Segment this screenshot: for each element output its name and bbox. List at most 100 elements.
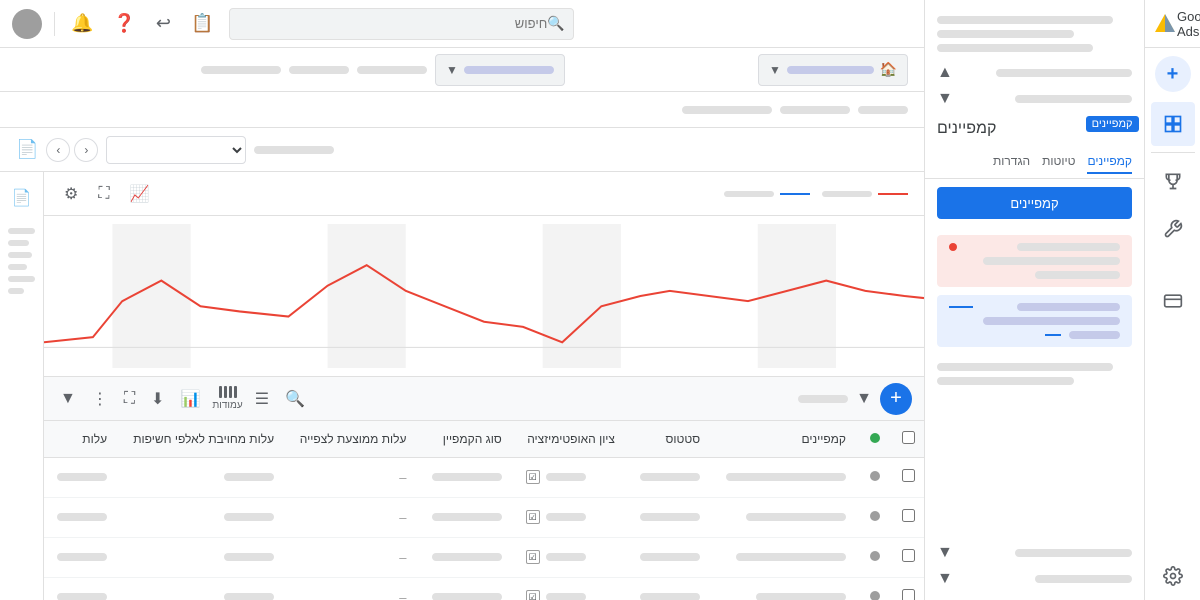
th-avg-cost[interactable]: עלות ממוצעת לצפייה — [286, 421, 418, 457]
google-ads-sidebar: Google Ads ☰ + — [1144, 0, 1200, 600]
legend-line-blue — [780, 193, 810, 195]
td-campaign-2 — [712, 497, 858, 537]
panel-toggle-bottom2[interactable]: ▼ — [925, 566, 1144, 592]
th-status[interactable] — [858, 421, 892, 457]
td-cpm-3 — [119, 537, 286, 577]
tab-drafts[interactable]: טיוטות — [1042, 150, 1075, 174]
td-cost-1 — [44, 457, 119, 497]
chart-table-area: ⚙ ⛶ 📈 — [44, 172, 924, 600]
filter-toolbar: ▼ ▼ 🏠 — [0, 48, 924, 92]
nav-arrows: ‹ › — [46, 138, 98, 162]
td-checkbox-3[interactable] — [892, 537, 924, 577]
row-checkbox-3[interactable] — [902, 549, 915, 562]
left-doc-icon[interactable]: 📄 — [4, 180, 40, 216]
td-cost-4 — [44, 577, 119, 600]
row-checkbox-2[interactable] — [902, 509, 915, 522]
avg-cost-val-2: – — [399, 510, 406, 525]
nav-back-button[interactable]: ‹ — [46, 138, 70, 162]
notifications-icon[interactable]: 🔔 — [67, 9, 97, 38]
campaign-name-skeleton-3 — [736, 553, 846, 561]
sub-filter-3 — [858, 106, 908, 114]
td-checkbox-4[interactable] — [892, 577, 924, 600]
date-range-dropdown[interactable]: ▼ — [435, 54, 565, 86]
th-campaigns[interactable]: קמפיינים — [712, 421, 858, 457]
th-status-label[interactable]: סטטוס — [627, 421, 712, 457]
row-checkbox-4[interactable] — [902, 589, 915, 600]
panel-red-card — [937, 235, 1132, 287]
line-chart-icon[interactable]: 📈 — [126, 180, 154, 208]
table-header: קמפיינים סטטוס ציון האופטימיזציה סוג הקמ… — [44, 421, 924, 457]
table-search-icon[interactable]: 🔍 — [281, 385, 309, 413]
nav-tools-icon[interactable] — [1151, 207, 1195, 251]
expand-chart-icon[interactable]: ⛶ — [94, 181, 113, 207]
help-icon[interactable]: ❓ — [109, 9, 139, 38]
panel-toggle-up[interactable]: ▲ — [925, 60, 1144, 86]
td-status-1 — [858, 457, 892, 497]
campaigns-main-button[interactable]: קמפיינים — [937, 187, 1132, 219]
th-cpm[interactable]: עלות מחויבת לאלפי חשיפות — [119, 421, 286, 457]
table-toolbar-skeleton — [798, 395, 848, 403]
filter-skeleton-2 — [289, 66, 349, 74]
th-type[interactable]: סוג הקמפיין — [418, 421, 513, 457]
filter-sliders-icon[interactable]: ⚙ — [60, 180, 82, 208]
campaigns-table: קמפיינים סטטוס ציון האופטימיזציה סוג הקמ… — [44, 421, 924, 600]
row-checkbox-1[interactable] — [902, 469, 915, 482]
more-options-icon[interactable]: ⋮ — [88, 385, 112, 413]
nav-trophy-icon[interactable] — [1151, 159, 1195, 203]
panel-toggle-bottom1[interactable]: ▼ — [925, 540, 1144, 566]
nav-campaigns-icon[interactable] — [1151, 102, 1195, 146]
optimize-icon-3: ☑ — [526, 550, 540, 564]
search-box[interactable]: 🔍 — [229, 8, 573, 40]
dropdown-arrow-1: ▼ — [446, 63, 458, 77]
tab-settings[interactable]: הגדרות — [993, 150, 1030, 174]
select-all-checkbox[interactable] — [902, 431, 915, 444]
undo-icon[interactable]: ↩ — [152, 9, 175, 38]
nav-card-icon[interactable] — [1151, 279, 1195, 323]
fullscreen-icon[interactable]: ⛶ — [120, 386, 139, 412]
status-val-skeleton-4 — [640, 593, 700, 600]
th-optimization[interactable]: ציון האופטימיזציה — [514, 421, 627, 457]
doc-icon[interactable]: 📄 — [16, 139, 38, 160]
td-status-val-3 — [627, 537, 712, 577]
td-checkbox-2[interactable] — [892, 497, 924, 537]
opt-skeleton-3 — [546, 553, 586, 561]
cpm-skeleton-2 — [224, 513, 274, 521]
add-row-button[interactable]: + — [880, 383, 912, 415]
nav-forward-button[interactable]: › — [74, 138, 98, 162]
download-icon[interactable]: ⬇ — [147, 385, 168, 413]
chart-icon[interactable]: 📊 — [176, 385, 204, 413]
nav-settings-icon[interactable] — [1151, 554, 1195, 598]
bookmark-icon[interactable]: 📋 — [187, 9, 217, 38]
collapse-icon[interactable]: ▼ — [56, 386, 80, 412]
table-row: ☑ – — [44, 577, 924, 600]
search-input[interactable] — [238, 16, 547, 31]
type-skeleton-3 — [432, 553, 502, 561]
home-icon: 🏠 — [880, 61, 897, 78]
table-row: ☑ – — [44, 457, 924, 497]
legend-item-red — [822, 191, 908, 197]
th-checkbox[interactable] — [892, 421, 924, 457]
td-type-2 — [418, 497, 513, 537]
td-type-3 — [418, 537, 513, 577]
type-skeleton-1 — [432, 473, 502, 481]
tab-campaigns[interactable]: קמפיינים — [1087, 150, 1132, 174]
optimize-icon-2: ☑ — [526, 510, 540, 524]
view-select[interactable] — [106, 136, 246, 164]
th-cost[interactable]: עלות — [44, 421, 119, 457]
align-icon[interactable]: ☰ — [251, 385, 273, 413]
td-optimization-1: ☑ — [514, 457, 627, 497]
sub-filter-2 — [780, 106, 850, 114]
cpm-skeleton-4 — [224, 593, 274, 600]
table-filter-icon[interactable]: ▼ — [856, 390, 872, 408]
user-avatar[interactable] — [12, 9, 42, 39]
columns-button[interactable]: עמודות — [212, 386, 242, 411]
panel-toggle-mid[interactable]: ▼ — [925, 86, 1144, 112]
header-divider-1 — [54, 12, 55, 36]
add-campaign-button[interactable]: + — [1155, 56, 1191, 92]
table-row: ☑ – — [44, 497, 924, 537]
legend-label-red — [822, 191, 872, 197]
td-checkbox-1[interactable] — [892, 457, 924, 497]
campaign-name-skeleton-1 — [726, 473, 846, 481]
cpm-skeleton-1 — [224, 473, 274, 481]
account-dropdown[interactable]: ▼ 🏠 — [758, 54, 908, 86]
